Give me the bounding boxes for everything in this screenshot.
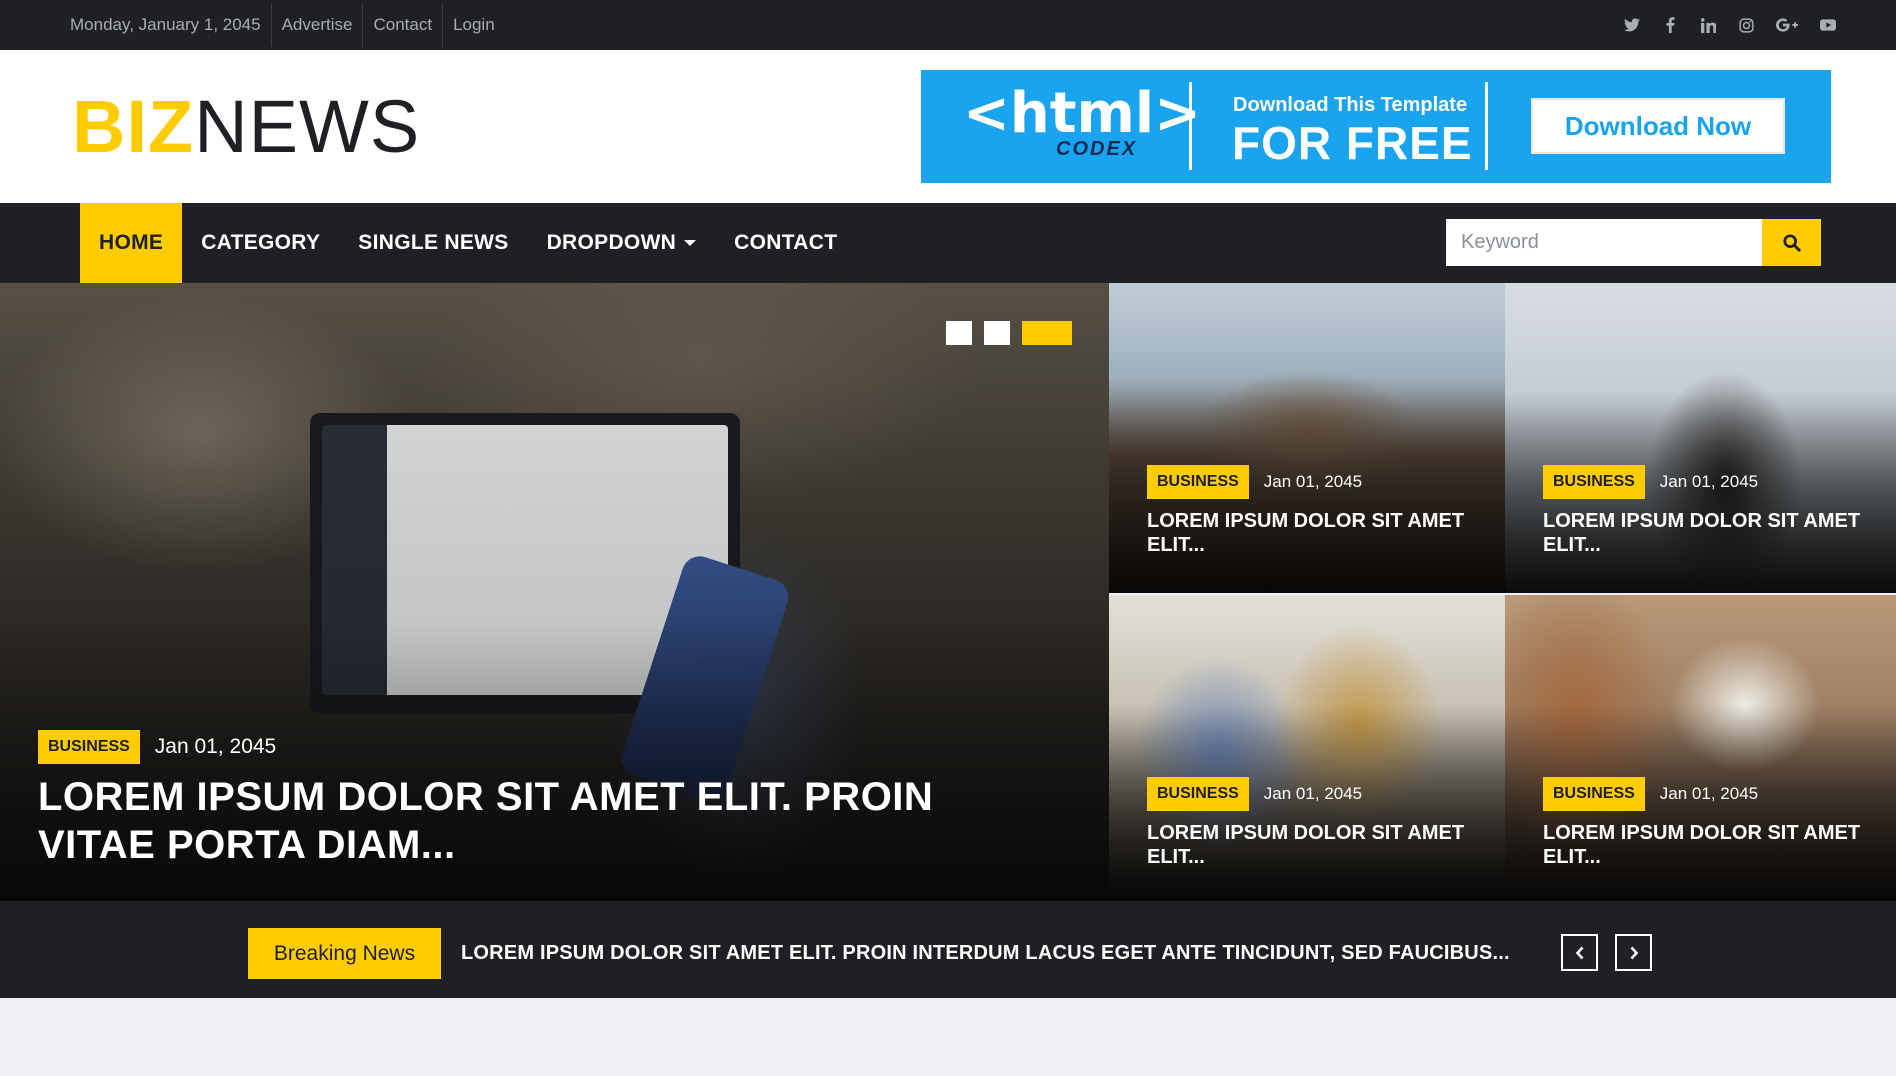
download-now-button[interactable]: Download Now bbox=[1531, 98, 1785, 154]
social-links bbox=[1624, 0, 1836, 50]
hero-section: BUSINESS Jan 01, 2045 LOREM IPSUM DOLOR … bbox=[0, 283, 1896, 905]
carousel-dot-active[interactable] bbox=[1022, 321, 1072, 345]
breaking-news-label: Breaking News bbox=[248, 928, 441, 979]
news-card-meta: BUSINESS Jan 01, 2045 bbox=[1543, 777, 1758, 811]
site-header: BIZNEWS <html> CODEX Download This Templ… bbox=[0, 50, 1896, 203]
post-date[interactable]: Jan 01, 2045 bbox=[1660, 472, 1758, 492]
nav-category-label: CATEGORY bbox=[201, 231, 321, 254]
breaking-news-ticker[interactable]: LOREM IPSUM DOLOR SIT AMET ELIT. PROIN I… bbox=[461, 928, 1537, 979]
linkedin-icon[interactable] bbox=[1700, 17, 1716, 33]
category-badge[interactable]: BUSINESS bbox=[1147, 777, 1249, 811]
ticker-next-button[interactable] bbox=[1615, 934, 1652, 971]
nav-dropdown-label: DROPDOWN bbox=[546, 231, 677, 254]
nav-contact[interactable]: CONTACT bbox=[715, 203, 856, 283]
logo-biz: BIZ bbox=[72, 85, 195, 168]
main-slide[interactable]: BUSINESS Jan 01, 2045 LOREM IPSUM DOLOR … bbox=[0, 283, 1109, 901]
news-card-title[interactable]: LOREM IPSUM DOLOR SIT AMET ELIT... bbox=[1543, 509, 1883, 557]
news-card[interactable]: BUSINESS Jan 01, 2045 LOREM IPSUM DOLOR … bbox=[1109, 283, 1505, 593]
main-nav: HOME CATEGORY SINGLE NEWS DROPDOWN CONTA… bbox=[0, 203, 1896, 283]
news-card-meta: BUSINESS Jan 01, 2045 bbox=[1543, 465, 1758, 499]
ad-banner[interactable]: <html> CODEX Download This Template FOR … bbox=[921, 70, 1831, 183]
nav-single-news-label: SINGLE NEWS bbox=[358, 231, 509, 254]
google-plus-icon[interactable] bbox=[1776, 17, 1798, 33]
carousel-dot[interactable] bbox=[984, 321, 1010, 345]
post-date[interactable]: Jan 01, 2045 bbox=[1660, 784, 1758, 804]
search-icon bbox=[1782, 233, 1801, 252]
current-date: Monday, January 1, 2045 bbox=[60, 3, 272, 47]
banner-big-text: FOR FREE bbox=[1232, 117, 1473, 169]
ticker-prev-button[interactable] bbox=[1561, 934, 1598, 971]
nav-single-news[interactable]: SINGLE NEWS bbox=[339, 203, 527, 283]
nav-menu: HOME CATEGORY SINGLE NEWS DROPDOWN CONTA… bbox=[80, 203, 856, 283]
news-card-meta: BUSINESS Jan 01, 2045 bbox=[1147, 465, 1362, 499]
nav-home-label: HOME bbox=[99, 231, 164, 254]
news-card[interactable]: BUSINESS Jan 01, 2045 LOREM IPSUM DOLOR … bbox=[1505, 283, 1896, 593]
contact-link[interactable]: Contact bbox=[363, 3, 444, 47]
top-bar: Monday, January 1, 2045 Advertise Contac… bbox=[0, 0, 1896, 50]
main-slide-title[interactable]: LOREM IPSUM DOLOR SIT AMET ELIT. PROIN V… bbox=[38, 773, 998, 869]
news-card-meta: BUSINESS Jan 01, 2045 bbox=[1147, 777, 1362, 811]
banner-brand: <html> bbox=[963, 81, 1202, 146]
category-badge[interactable]: BUSINESS bbox=[1543, 777, 1645, 811]
caret-down-icon bbox=[684, 240, 697, 246]
search-input[interactable] bbox=[1446, 219, 1762, 266]
category-badge[interactable]: BUSINESS bbox=[38, 730, 140, 764]
search-button[interactable] bbox=[1762, 219, 1821, 266]
post-date[interactable]: Jan 01, 2045 bbox=[155, 735, 276, 759]
banner-divider bbox=[1485, 82, 1488, 170]
post-date[interactable]: Jan 01, 2045 bbox=[1264, 784, 1362, 804]
news-card-title[interactable]: LOREM IPSUM DOLOR SIT AMET ELIT... bbox=[1543, 821, 1883, 869]
news-card[interactable]: BUSINESS Jan 01, 2045 LOREM IPSUM DOLOR … bbox=[1109, 595, 1505, 905]
page-background bbox=[0, 998, 1896, 1076]
carousel-dots bbox=[946, 321, 1072, 345]
banner-sub-brand: CODEX bbox=[1056, 138, 1138, 160]
news-card-title[interactable]: LOREM IPSUM DOLOR SIT AMET ELIT... bbox=[1147, 509, 1487, 557]
chevron-left-icon bbox=[1575, 946, 1583, 959]
banner-divider bbox=[1189, 82, 1192, 170]
chevron-right-icon bbox=[1630, 946, 1638, 959]
news-card[interactable]: BUSINESS Jan 01, 2045 LOREM IPSUM DOLOR … bbox=[1505, 595, 1896, 905]
top-links: Monday, January 1, 2045 Advertise Contac… bbox=[60, 0, 505, 50]
logo-news: NEWS bbox=[194, 85, 421, 168]
category-badge[interactable]: BUSINESS bbox=[1147, 465, 1249, 499]
advertise-link[interactable]: Advertise bbox=[272, 3, 364, 47]
news-card-title[interactable]: LOREM IPSUM DOLOR SIT AMET ELIT... bbox=[1147, 821, 1487, 869]
nav-dropdown[interactable]: DROPDOWN bbox=[528, 203, 716, 283]
twitter-icon[interactable] bbox=[1624, 17, 1640, 33]
instagram-icon[interactable] bbox=[1738, 17, 1754, 33]
breaking-news-bar: Breaking News LOREM IPSUM DOLOR SIT AMET… bbox=[0, 901, 1896, 998]
search-form bbox=[1446, 219, 1821, 266]
nav-home[interactable]: HOME bbox=[80, 203, 183, 283]
facebook-icon[interactable] bbox=[1662, 17, 1678, 33]
category-badge[interactable]: BUSINESS bbox=[1543, 465, 1645, 499]
main-slide-meta: BUSINESS Jan 01, 2045 bbox=[38, 730, 276, 764]
login-link[interactable]: Login bbox=[443, 3, 505, 47]
nav-category[interactable]: CATEGORY bbox=[182, 203, 339, 283]
youtube-icon[interactable] bbox=[1820, 17, 1836, 33]
site-logo[interactable]: BIZNEWS bbox=[72, 90, 420, 164]
post-date[interactable]: Jan 01, 2045 bbox=[1264, 472, 1362, 492]
carousel-dot[interactable] bbox=[946, 321, 972, 345]
nav-contact-label: CONTACT bbox=[734, 231, 838, 254]
banner-small-text: Download This Template bbox=[1233, 94, 1468, 116]
